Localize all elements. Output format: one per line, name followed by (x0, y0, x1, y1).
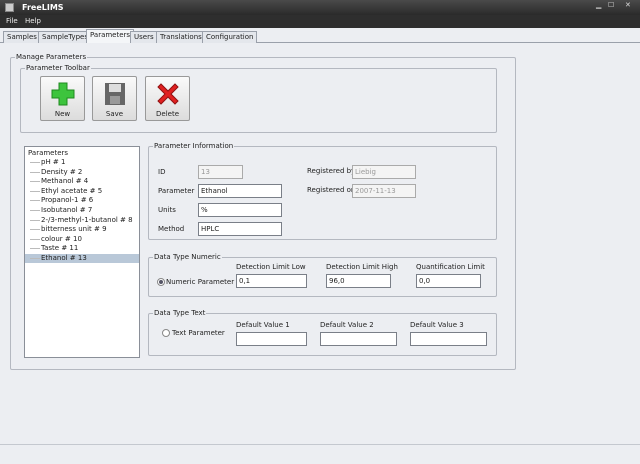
tree-item[interactable]: colour # 10 (25, 235, 139, 244)
maximize-button[interactable]: ☐ (608, 1, 614, 9)
tab-translations[interactable]: Translations (156, 31, 206, 43)
registered-on-field: 2007-11-13 (352, 184, 416, 198)
text-parameter-label: Text Parameter (172, 329, 225, 337)
registered-on-label: Registered on (307, 186, 356, 194)
detection-limit-low-field[interactable]: 0,1 (236, 274, 307, 288)
default-value-3-field[interactable] (410, 332, 487, 346)
parameter-label: Parameter (158, 187, 195, 195)
parameter-field[interactable]: Ethanol (198, 184, 282, 198)
tree-line (30, 162, 40, 163)
tree-item-label: Ethanol # 13 (41, 254, 87, 262)
save-button[interactable]: Save (92, 76, 137, 121)
button-label: New (54, 110, 71, 118)
group-title: Manage Parameters (15, 53, 88, 61)
tree-item-label: Propanol-1 # 6 (41, 196, 94, 205)
default-value-1-label: Default Value 1 (236, 321, 290, 329)
tree-item[interactable]: bitterness unit # 9 (25, 225, 139, 234)
tab-samples[interactable]: Samples (3, 31, 41, 43)
tab-bar: Samples SampleTypes Parameters Users Tra… (0, 29, 640, 43)
tree-item[interactable]: Taste # 11 (25, 244, 139, 253)
tree-line (30, 219, 40, 221)
tree-item[interactable]: Ethyl acetate # 5 (25, 187, 139, 196)
parameter-tree[interactable]: Parameters pH # 1 Density # 2 Methanol # 4… (24, 146, 140, 358)
tree-line (30, 258, 40, 259)
default-value-3-label: Default Value 3 (410, 321, 464, 329)
tree-line (30, 171, 40, 173)
detection-limit-high-field[interactable]: 96,0 (326, 274, 391, 288)
menu-help[interactable]: Help (25, 17, 41, 25)
tree-item[interactable]: Density # 2 (25, 168, 139, 177)
tree-item[interactable]: 2-/3-methyl-1-butanol # 8 (25, 216, 139, 225)
tree-item[interactable]: Propanol-1 # 6 (25, 196, 139, 205)
group-title: Data Type Numeric (153, 253, 222, 261)
quantification-limit-label: Quantification Limit (416, 263, 485, 271)
group-title: Parameter Information (153, 142, 235, 150)
quantification-limit-field[interactable]: 0,0 (416, 274, 481, 288)
default-value-2-label: Default Value 2 (320, 321, 374, 329)
method-field[interactable]: HPLC (198, 222, 282, 236)
tree-line (30, 190, 40, 192)
detection-limit-low-label: Detection Limit Low (236, 263, 306, 271)
id-label: ID (158, 168, 166, 176)
text-parameter-radio[interactable] (162, 329, 170, 337)
tree-item-label: Taste # 11 (41, 244, 79, 253)
title-bar: FreeLIMS ▁ ☐ ✕ (0, 0, 640, 15)
units-label: Units (158, 206, 176, 214)
tab-parameters[interactable]: Parameters (86, 29, 135, 43)
new-button[interactable]: New (40, 76, 85, 121)
tree-root[interactable]: Parameters (25, 149, 139, 158)
close-button[interactable]: ✕ (625, 1, 631, 9)
tree-item[interactable]: Methanol # 4 (25, 177, 139, 186)
tree-line (30, 181, 40, 183)
button-label: Delete (156, 110, 179, 118)
tab-configuration[interactable]: Configuration (202, 31, 258, 43)
numeric-parameter-label: Numeric Parameter (166, 278, 235, 286)
tree-line (30, 200, 40, 202)
tree-item-label: Methanol # 4 (41, 177, 89, 186)
floppy-disk-icon (104, 83, 125, 105)
tree-item-label: Ethyl acetate # 5 (41, 186, 103, 195)
tree-root-label: Parameters (28, 149, 69, 157)
detection-limit-high-label: Detection Limit High (326, 263, 398, 271)
window-title: FreeLIMS (22, 3, 64, 12)
method-label: Method (158, 225, 185, 233)
units-field[interactable]: % (198, 203, 282, 217)
minimize-button[interactable]: ▁ (596, 1, 601, 9)
registered-by-field: Liebig (352, 165, 416, 179)
tree-line (30, 210, 40, 211)
tree-item[interactable]: Isobutanol # 7 (25, 206, 139, 215)
app-icon (5, 3, 14, 12)
group-title: Data Type Text (153, 309, 207, 317)
id-field: 13 (198, 165, 243, 179)
menu-file[interactable]: File (6, 17, 18, 25)
registered-by-label: Registered by (307, 167, 356, 175)
tree-line (30, 248, 40, 250)
tree-item-label: Isobutanol # 7 (41, 206, 93, 214)
group-title: Parameter Toolbar (25, 64, 91, 72)
tab-users[interactable]: Users (130, 31, 158, 43)
tree-item[interactable]: Ethanol # 13 (25, 254, 139, 263)
plus-icon (51, 82, 74, 106)
tree-item[interactable]: pH # 1 (25, 158, 139, 167)
status-bar (0, 444, 640, 464)
button-label: Save (105, 110, 124, 118)
default-value-1-field[interactable] (236, 332, 307, 346)
delete-button[interactable]: Delete (145, 76, 190, 121)
tree-item-label: 2-/3-methyl-1-butanol # 8 (41, 215, 133, 224)
tree-line (30, 238, 40, 240)
tab-sampletypes[interactable]: SampleTypes (38, 31, 92, 43)
numeric-parameter-radio[interactable] (157, 278, 165, 286)
default-value-2-field[interactable] (320, 332, 397, 346)
tree-item-label: bitterness unit # 9 (41, 225, 107, 234)
red-x-icon (156, 83, 179, 105)
tree-item-label: Density # 2 (41, 167, 83, 176)
menu-bar: File Help (0, 15, 640, 28)
tree-item-label: colour # 10 (41, 234, 82, 243)
tree-line (30, 229, 40, 231)
tree-item-label: pH # 1 (41, 158, 66, 166)
